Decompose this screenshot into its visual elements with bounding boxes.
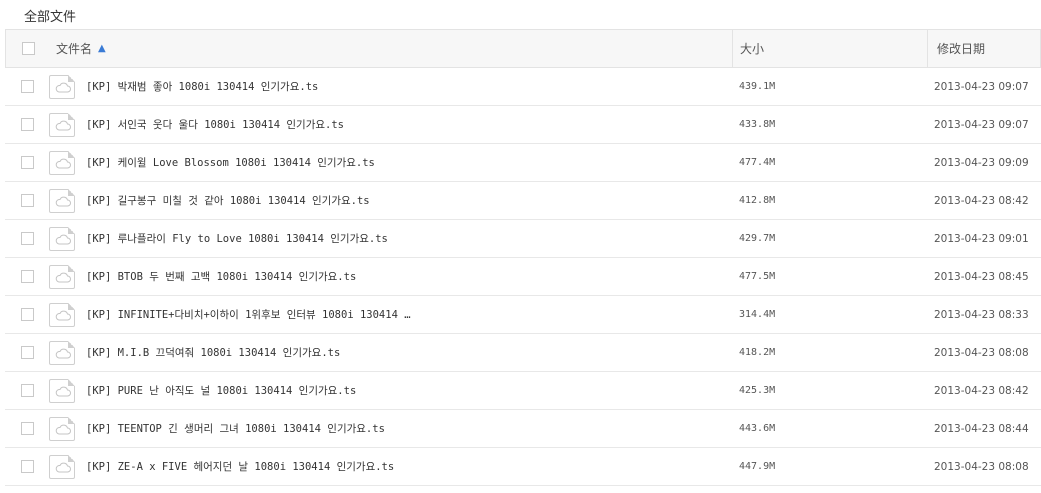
- file-modified-date: 2013-04-23 08:42: [934, 194, 1029, 207]
- table-row[interactable]: [KP] M.I.B 끄덕여줘 1080i 130414 인기가요.ts 418.…: [5, 334, 1041, 372]
- file-name[interactable]: [KP] 케이윌 Love Blossom 1080i 130414 인기가요.…: [86, 155, 375, 170]
- table-row[interactable]: [KP] ZE-A x FIVE 헤어지던 날 1080i 130414 인기가…: [5, 448, 1041, 486]
- file-size: 443.6M: [739, 423, 776, 434]
- table-row[interactable]: [KP] TEENTOP 긴 생머리 그녀 1080i 130414 인기가요.…: [5, 410, 1041, 448]
- file-icon: [49, 340, 75, 365]
- file-icon: [49, 264, 75, 289]
- table-row[interactable]: [KP] 루나플라이 Fly to Love 1080i 130414 인기가요…: [5, 220, 1041, 258]
- table-row[interactable]: [KP] BTOB 두 번째 고백 1080i 130414 인기가요.ts 47…: [5, 258, 1041, 296]
- file-name[interactable]: [KP] BTOB 두 번째 고백 1080i 130414 인기가요.ts: [86, 269, 356, 284]
- row-checkbox[interactable]: [21, 194, 34, 207]
- file-icon: [49, 112, 75, 137]
- file-name[interactable]: [KP] 루나플라이 Fly to Love 1080i 130414 인기가요…: [86, 231, 388, 246]
- table-row[interactable]: [KP] INFINITE+다비치+이하이 1위후보 인터뷰 1080i 130…: [5, 296, 1041, 334]
- file-size: 477.5M: [739, 271, 776, 282]
- file-size: 425.3M: [739, 385, 776, 396]
- file-modified-date: 2013-04-23 08:45: [934, 270, 1029, 283]
- file-icon: [49, 302, 75, 327]
- row-checkbox[interactable]: [21, 384, 34, 397]
- column-divider[interactable]: [732, 30, 733, 67]
- file-modified-date: 2013-04-23 09:07: [934, 80, 1029, 93]
- file-icon: [49, 74, 75, 99]
- file-table: 文件名 ▲ 大小 修改日期 [KP] 박재범 좋아 1080i 130414 인…: [5, 29, 1041, 486]
- row-checkbox[interactable]: [21, 460, 34, 473]
- file-name[interactable]: [KP] PURE 난 아직도 널 1080i 130414 인기가요.ts: [86, 383, 356, 398]
- file-size: 429.7M: [739, 233, 776, 244]
- file-size: 412.8M: [739, 195, 776, 206]
- file-icon: [49, 378, 75, 403]
- row-checkbox[interactable]: [21, 156, 34, 169]
- file-modified-date: 2013-04-23 08:44: [934, 422, 1029, 435]
- file-modified-date: 2013-04-23 08:08: [934, 460, 1029, 473]
- file-modified-date: 2013-04-23 09:09: [934, 156, 1029, 169]
- file-modified-date: 2013-04-23 09:07: [934, 118, 1029, 131]
- file-icon: [49, 416, 75, 441]
- file-list: [KP] 박재범 좋아 1080i 130414 인기가요.ts 439.1M 20…: [5, 68, 1041, 486]
- file-size: 447.9M: [739, 461, 776, 472]
- file-icon: [49, 150, 75, 175]
- table-row[interactable]: [KP] 박재범 좋아 1080i 130414 인기가요.ts 439.1M 20…: [5, 68, 1041, 106]
- table-row[interactable]: [KP] PURE 난 아직도 널 1080i 130414 인기가요.ts 42…: [5, 372, 1041, 410]
- file-size: 418.2M: [739, 347, 776, 358]
- file-modified-date: 2013-04-23 08:08: [934, 346, 1029, 359]
- file-modified-date: 2013-04-23 08:42: [934, 384, 1029, 397]
- row-checkbox[interactable]: [21, 232, 34, 245]
- select-all-checkbox[interactable]: [22, 42, 35, 55]
- column-header-size[interactable]: 大小: [740, 40, 764, 57]
- row-checkbox[interactable]: [21, 422, 34, 435]
- file-name[interactable]: [KP] ZE-A x FIVE 헤어지던 날 1080i 130414 인기가…: [86, 459, 394, 474]
- file-name[interactable]: [KP] TEENTOP 긴 생머리 그녀 1080i 130414 인기가요.…: [86, 421, 385, 436]
- row-checkbox[interactable]: [21, 118, 34, 131]
- breadcrumb[interactable]: 全部文件: [24, 6, 76, 25]
- file-name[interactable]: [KP] INFINITE+다비치+이하이 1위후보 인터뷰 1080i 130…: [86, 307, 411, 322]
- table-row[interactable]: [KP] 케이윌 Love Blossom 1080i 130414 인기가요.…: [5, 144, 1041, 182]
- table-row[interactable]: [KP] 서인국 웃다 울다 1080i 130414 인기가요.ts 433.8…: [5, 106, 1041, 144]
- column-header-modified[interactable]: 修改日期: [937, 40, 985, 57]
- file-name[interactable]: [KP] 서인국 웃다 울다 1080i 130414 인기가요.ts: [86, 117, 344, 132]
- file-name[interactable]: [KP] M.I.B 끄덕여줘 1080i 130414 인기가요.ts: [86, 345, 340, 360]
- file-modified-date: 2013-04-23 08:33: [934, 308, 1029, 321]
- row-checkbox[interactable]: [21, 346, 34, 359]
- row-checkbox[interactable]: [21, 80, 34, 93]
- file-icon: [49, 454, 75, 479]
- sort-ascending-icon[interactable]: ▲: [98, 43, 106, 54]
- file-name[interactable]: [KP] 박재범 좋아 1080i 130414 인기가요.ts: [86, 79, 318, 94]
- file-icon: [49, 188, 75, 213]
- file-size: 439.1M: [739, 81, 776, 92]
- column-divider[interactable]: [927, 30, 928, 67]
- file-name[interactable]: [KP] 길구봉구 미칠 것 같아 1080i 130414 인기가요.ts: [86, 193, 370, 208]
- file-icon: [49, 226, 75, 251]
- column-header-name-label: 文件名: [56, 42, 93, 56]
- column-header-name[interactable]: 文件名 ▲: [56, 40, 106, 57]
- file-modified-date: 2013-04-23 09:01: [934, 232, 1029, 245]
- row-checkbox[interactable]: [21, 308, 34, 321]
- file-size: 477.4M: [739, 157, 776, 168]
- table-header: 文件名 ▲ 大小 修改日期: [5, 29, 1041, 68]
- row-checkbox[interactable]: [21, 270, 34, 283]
- file-size: 314.4M: [739, 309, 776, 320]
- table-row[interactable]: [KP] 길구봉구 미칠 것 같아 1080i 130414 인기가요.ts 41…: [5, 182, 1041, 220]
- file-size: 433.8M: [739, 119, 776, 130]
